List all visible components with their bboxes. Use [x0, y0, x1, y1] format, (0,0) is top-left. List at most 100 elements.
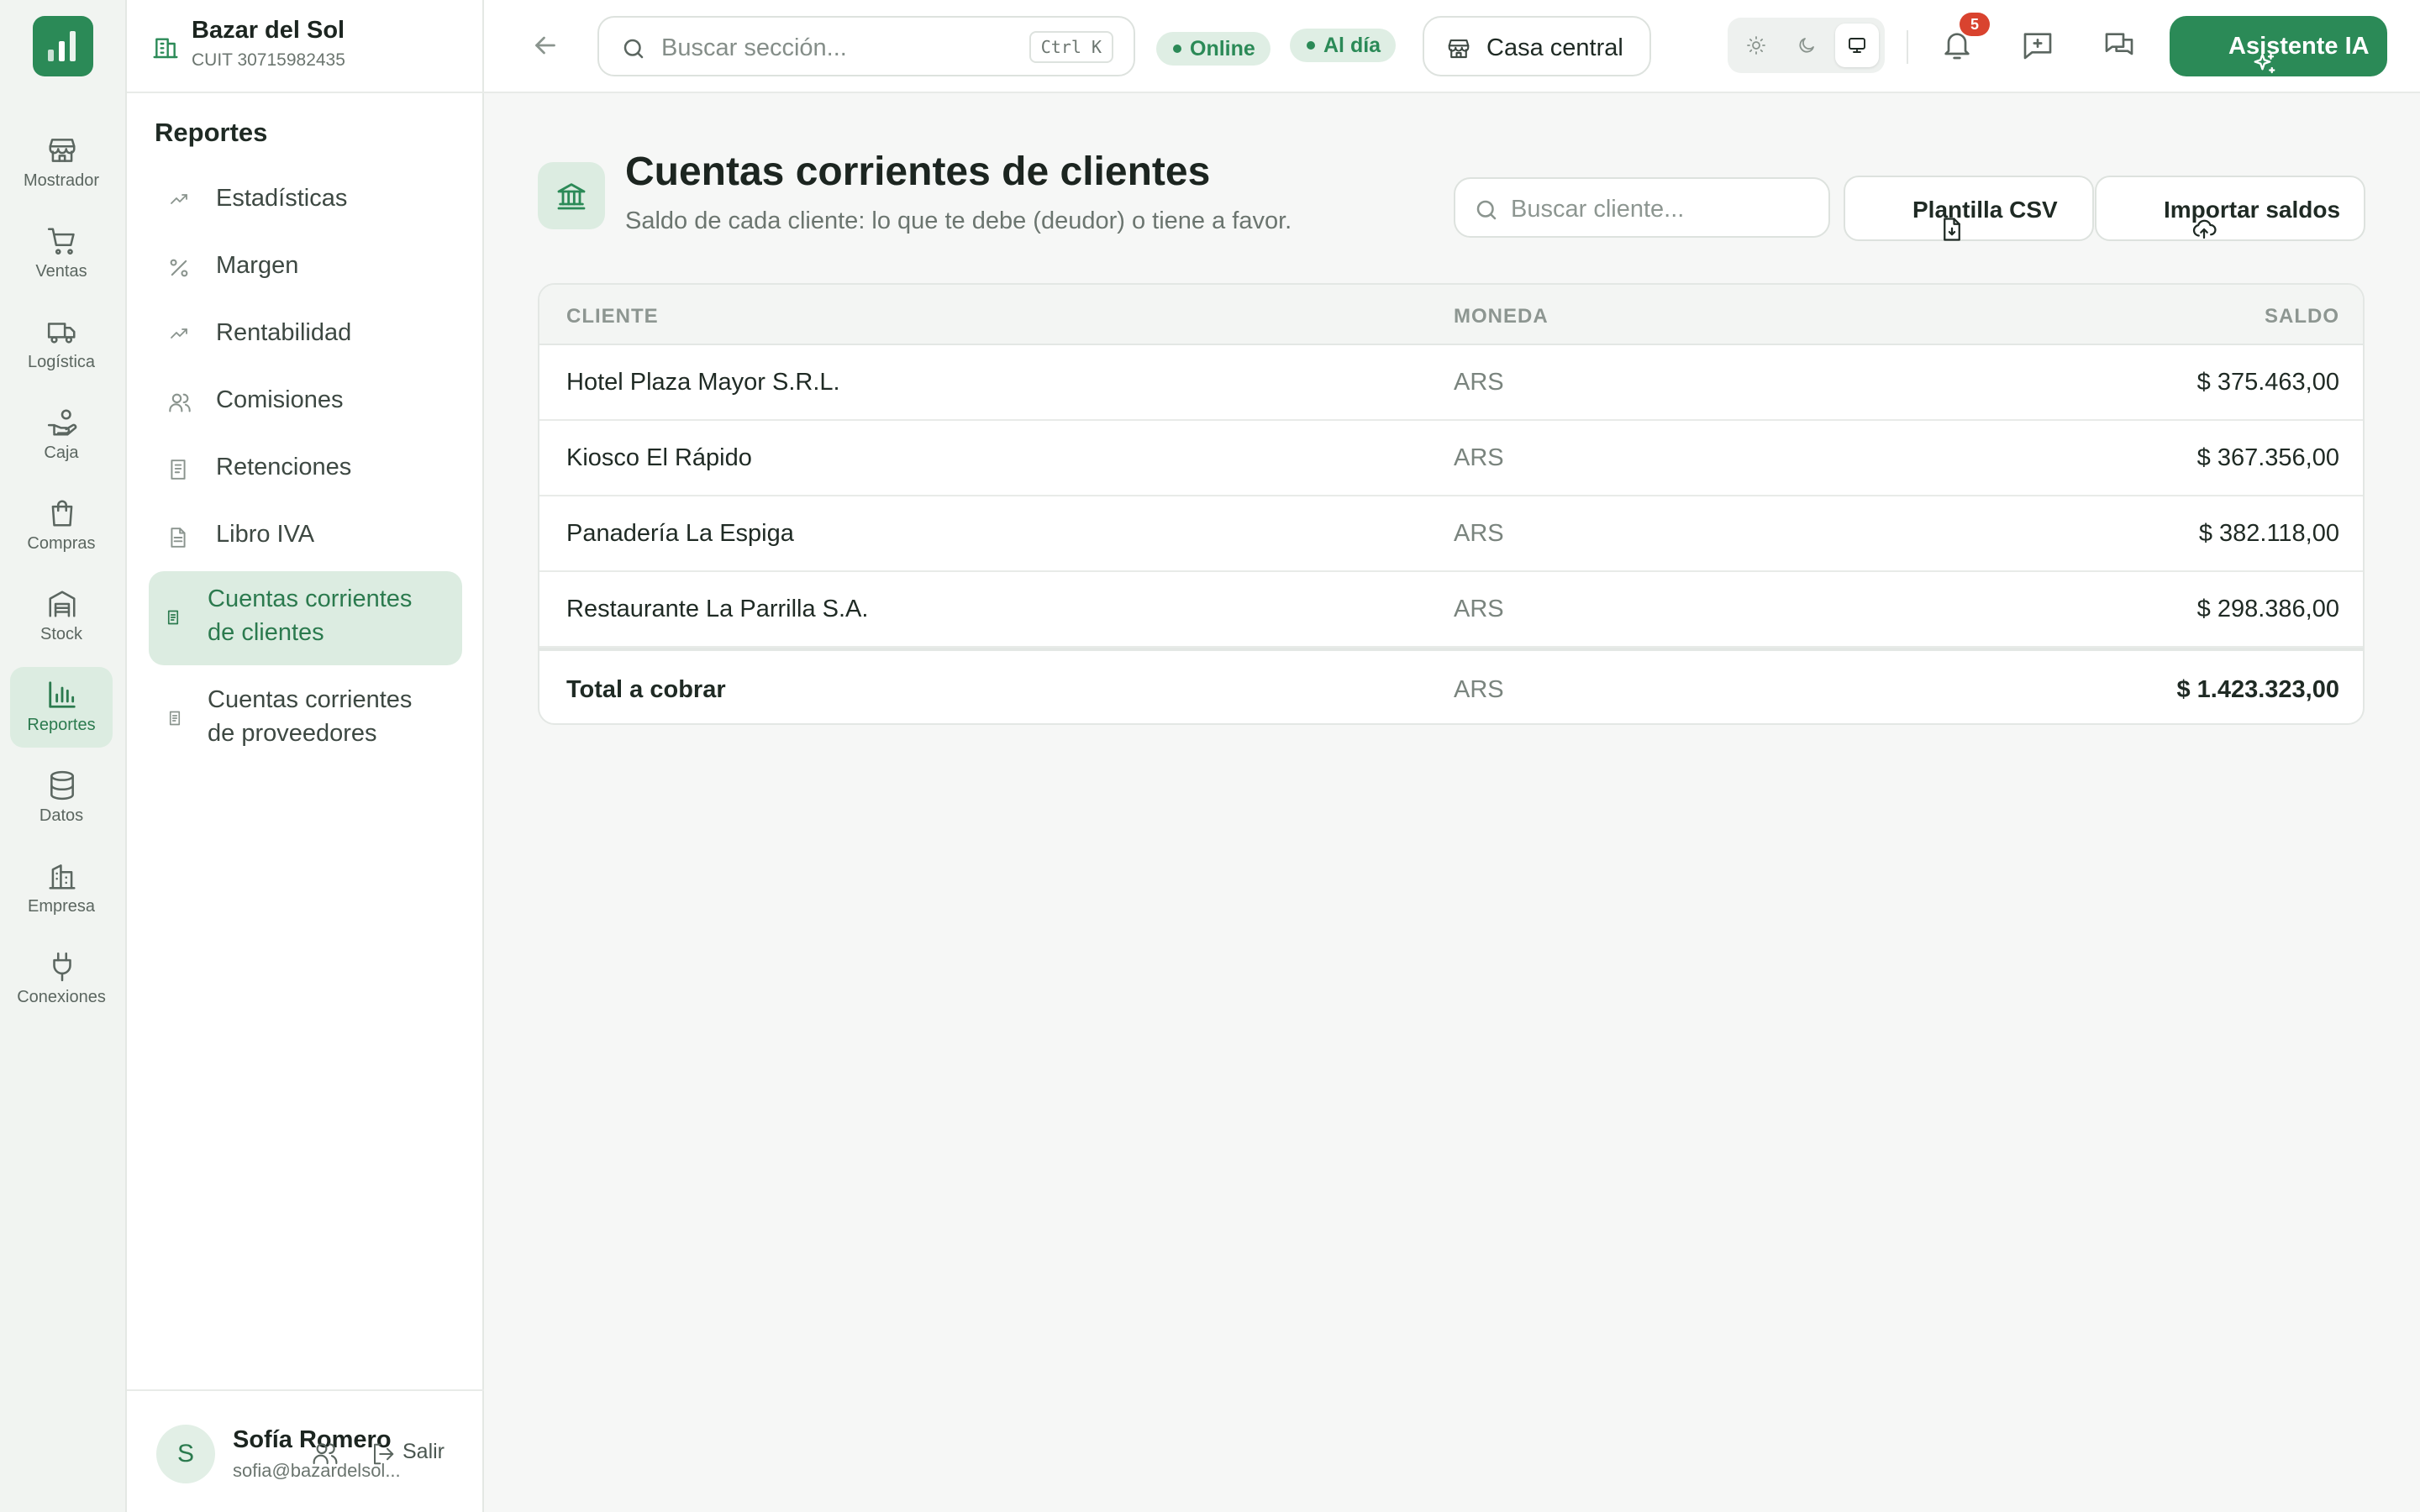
search-placeholder: Buscar sección... — [661, 34, 847, 61]
total-balance: $ 1.423.323,00 — [2176, 676, 2339, 703]
sidebar-item-estadisticas[interactable]: Estadísticas — [149, 168, 462, 228]
sidebar-item-comisiones[interactable]: Comisiones — [149, 370, 462, 430]
client-name: Hotel Plaza Mayor S.R.L. — [566, 369, 840, 396]
warehouse-icon — [46, 588, 78, 620]
sidebar-item-label: Cuentas corrientes de clientes — [208, 585, 413, 646]
column-header-currency[interactable]: MONEDA — [1454, 305, 1549, 328]
store-icon — [46, 134, 78, 166]
import-balances-label: Importar saldos — [2164, 197, 2341, 223]
table-row[interactable]: Hotel Plaza Mayor S.R.L. ARS $ 375.463,0… — [539, 345, 2363, 421]
client-search-input[interactable]: Buscar cliente... — [1454, 177, 1830, 238]
currency: ARS — [1454, 369, 1504, 396]
status-badge-sync: Al día — [1290, 29, 1397, 62]
sidebar-item-label: Cuentas corrientes de proveedores — [208, 686, 413, 747]
sidebar-item-label: Rentabilidad — [216, 319, 352, 346]
hand-coins-icon — [46, 407, 78, 438]
trending-up-icon — [167, 323, 192, 344]
table-header: CLIENTE MONEDA SALDO — [539, 285, 2363, 345]
status-dot — [1307, 41, 1315, 50]
avatar[interactable]: S — [156, 1425, 215, 1483]
table-row[interactable]: Kiosco El Rápido ARS $ 367.356,00 — [539, 421, 2363, 496]
column-header-client[interactable]: CLIENTE — [566, 305, 659, 328]
new-message-icon[interactable] — [2021, 29, 2054, 62]
rail-item-ventas[interactable]: Ventas — [10, 213, 113, 294]
sidebar-item-label: Comisiones — [216, 386, 344, 413]
sidebar-item-libro-iva[interactable]: Libro IVA — [149, 504, 462, 564]
csv-template-button[interactable]: Plantilla CSV — [1844, 176, 2094, 241]
database-icon — [46, 769, 78, 801]
divider — [1907, 30, 1908, 64]
sidebar-item-cuentas-proveedores[interactable]: Cuentas corrientes de proveedores — [149, 672, 462, 766]
switch-user-icon[interactable] — [312, 1440, 339, 1467]
store-icon — [1446, 36, 1471, 61]
rail-label: Stock — [39, 625, 83, 643]
rail-label: Mostrador — [23, 171, 100, 190]
rail-label: Datos — [39, 806, 84, 825]
status-label: Online — [1190, 37, 1255, 60]
currency: ARS — [1454, 444, 1504, 471]
company-header[interactable]: Bazar del Sol CUIT 30715982435 — [127, 0, 484, 93]
sidebar-item-margen[interactable]: Margen — [149, 235, 462, 296]
search-placeholder: Buscar cliente... — [1511, 196, 1685, 223]
cart-icon — [46, 225, 78, 257]
rail-label: Reportes — [27, 716, 96, 734]
notification-count-badge: 5 — [1960, 13, 1990, 36]
balance: $ 367.356,00 — [2196, 444, 2339, 471]
top-bar: Buscar sección... Ctrl K Online Al día C… — [484, 0, 2420, 93]
sidebar-item-cuentas-clientes[interactable]: Cuentas corrientes de clientes — [149, 571, 462, 665]
currency: ARS — [1454, 676, 1504, 703]
table-row[interactable]: Restaurante La Parrilla S.A. ARS $ 298.3… — [539, 572, 2363, 648]
section-search-input[interactable]: Buscar sección... Ctrl K — [597, 16, 1135, 76]
rail-item-empresa[interactable]: Empresa — [10, 848, 113, 929]
branch-selector[interactable]: Casa central — [1423, 16, 1651, 76]
user-panel: S Sofía Romero sofia@bazardelsol... Sali… — [127, 1389, 484, 1512]
building-icon — [46, 860, 78, 892]
page-subtitle: Saldo de cada cliente: lo que te debe (d… — [625, 207, 1292, 234]
client-name: Panadería La Espiga — [566, 520, 794, 547]
rail-item-stock[interactable]: Stock — [10, 576, 113, 657]
table-total-row: Total a cobrar ARS $ 1.423.323,00 — [539, 648, 2363, 723]
rail-item-mostrador[interactable]: Mostrador — [10, 123, 113, 203]
csv-template-label: Plantilla CSV — [1912, 197, 2058, 223]
plug-icon — [46, 951, 78, 983]
logout-icon[interactable] — [371, 1441, 396, 1467]
rail-item-datos[interactable]: Datos — [10, 758, 113, 838]
percent-icon — [167, 256, 191, 280]
status-dot — [1173, 45, 1181, 53]
sidebar-item-rentabilidad[interactable]: Rentabilidad — [149, 302, 462, 363]
rail-item-reportes[interactable]: Reportes — [10, 667, 113, 748]
logout-button[interactable]: Salir — [402, 1440, 445, 1464]
ai-assistant-button[interactable]: Asistente IA — [2170, 16, 2387, 76]
total-label: Total a cobrar — [566, 676, 726, 703]
rail-item-caja[interactable]: Caja — [10, 395, 113, 475]
sidebar-title: Reportes — [155, 118, 268, 147]
trending-up-icon — [167, 189, 192, 209]
table-row[interactable]: Panadería La Espiga ARS $ 382.118,00 — [539, 496, 2363, 572]
building-icon — [152, 34, 179, 60]
import-balances-button[interactable]: Importar saldos — [2095, 176, 2365, 241]
shopping-bag-icon — [46, 497, 78, 529]
client-accounts-table: CLIENTE MONEDA SALDO Hotel Plaza Mayor S… — [538, 283, 2365, 725]
reports-sidebar: Bazar del Sol CUIT 30715982435 Reportes … — [127, 0, 484, 1512]
client-name: Kiosco El Rápido — [566, 444, 752, 471]
sidebar-item-label: Estadísticas — [216, 185, 348, 212]
main-content: Cuentas corrientes de clientes Saldo de … — [484, 93, 2420, 1512]
search-icon — [1474, 197, 1499, 223]
app-logo-icon[interactable] — [33, 16, 93, 76]
currency: ARS — [1454, 520, 1504, 547]
column-header-balance[interactable]: SALDO — [2265, 305, 2339, 328]
app-rail: Mostrador Ventas Logística Caja Compras … — [0, 0, 127, 1512]
ledger-icon — [167, 709, 182, 727]
balance: $ 298.386,00 — [2196, 596, 2339, 622]
light-theme-button[interactable] — [1734, 24, 1778, 67]
system-theme-button[interactable] — [1835, 24, 1879, 67]
rail-item-compras[interactable]: Compras — [10, 486, 113, 566]
rail-item-conexiones[interactable]: Conexiones — [10, 939, 113, 1020]
back-arrow-icon[interactable] — [530, 30, 560, 60]
sidebar-item-retenciones[interactable]: Retenciones — [149, 437, 462, 497]
dark-theme-button[interactable] — [1785, 24, 1828, 67]
chat-icon[interactable] — [2102, 29, 2136, 62]
sidebar-item-label: Retenciones — [216, 454, 352, 480]
rail-item-logistica[interactable]: Logística — [10, 304, 113, 385]
client-name: Restaurante La Parrilla S.A. — [566, 596, 869, 622]
